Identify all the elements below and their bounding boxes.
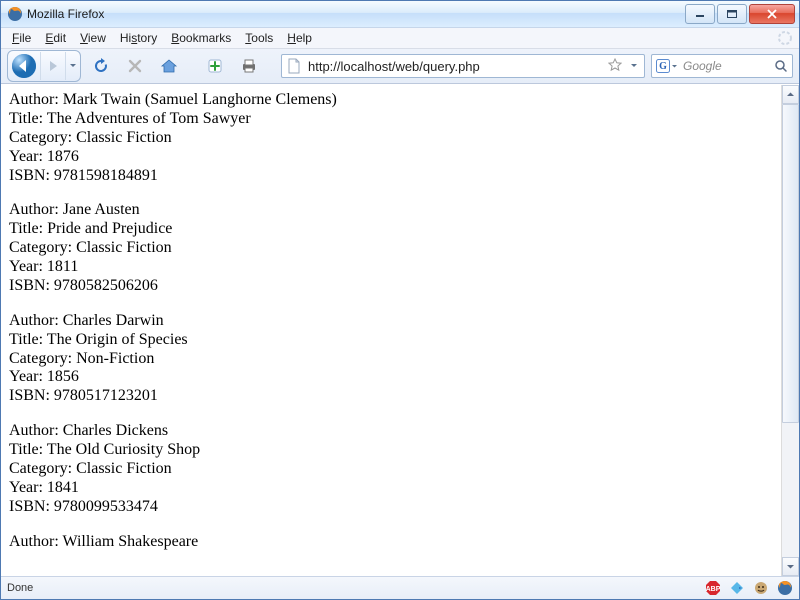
reload-button[interactable]: [87, 52, 115, 80]
bookmark-star-icon[interactable]: [608, 58, 624, 74]
svg-text:ABP: ABP: [706, 586, 721, 593]
book-year: Year: 1811: [9, 258, 773, 277]
menu-edit[interactable]: Edit: [38, 30, 73, 46]
adblock-icon[interactable]: ABP: [705, 580, 721, 596]
extension-diamond-icon[interactable]: [729, 580, 745, 596]
firefox-status-icon[interactable]: [777, 580, 793, 596]
firefox-icon: [7, 6, 23, 22]
scroll-up-button[interactable]: [782, 85, 799, 104]
book-isbn: ISBN: 9780582506206: [9, 277, 773, 296]
maximize-button[interactable]: [717, 4, 747, 24]
menu-help[interactable]: Help: [280, 30, 319, 46]
book-title: Title: The Adventures of Tom Sawyer: [9, 110, 773, 129]
book-title: Title: Pride and Prejudice: [9, 220, 773, 239]
book-isbn: ISBN: 9780517123201: [9, 387, 773, 406]
search-engine-selector[interactable]: G: [656, 59, 678, 73]
book-entry: Author: Charles DarwinTitle: The Origin …: [9, 312, 773, 406]
menu-bookmarks[interactable]: Bookmarks: [164, 30, 238, 46]
page-content: Author: Mark Twain (Samuel Langhorne Cle…: [1, 85, 781, 576]
search-go-icon[interactable]: [774, 59, 788, 73]
titlebar: Mozilla Firefox: [1, 1, 799, 28]
address-bar[interactable]: [281, 54, 645, 78]
book-entry: Author: Mark Twain (Samuel Langhorne Cle…: [9, 91, 773, 185]
home-button[interactable]: [155, 52, 183, 80]
firefox-window: Mozilla Firefox File Edit View History B…: [0, 0, 800, 600]
url-dropdown-icon[interactable]: [628, 62, 640, 70]
activity-throbber-icon: [777, 30, 793, 46]
forward-button[interactable]: [40, 52, 65, 80]
page-icon: [286, 58, 302, 74]
book-category: Category: Classic Fiction: [9, 129, 773, 148]
menu-history[interactable]: History: [113, 30, 164, 46]
book-title: Title: The Old Curiosity Shop: [9, 441, 773, 460]
status-text: Done: [7, 582, 33, 594]
menu-view[interactable]: View: [73, 30, 113, 46]
book-author: Author: Charles Darwin: [9, 312, 773, 331]
url-input[interactable]: [306, 58, 604, 75]
book-isbn: ISBN: 9781598184891: [9, 167, 773, 186]
book-title: Title: The Origin of Species: [9, 331, 773, 350]
vertical-scrollbar[interactable]: [781, 85, 799, 576]
book-entry: Author: Charles DickensTitle: The Old Cu…: [9, 422, 773, 516]
book-entry: Author: William Shakespeare: [9, 533, 773, 552]
close-button[interactable]: [749, 4, 795, 24]
book-isbn: ISBN: 9780099533474: [9, 498, 773, 517]
search-input[interactable]: [681, 58, 771, 74]
book-category: Category: Classic Fiction: [9, 239, 773, 258]
svg-text:G: G: [659, 61, 667, 72]
content-area: Author: Mark Twain (Samuel Langhorne Cle…: [1, 84, 799, 576]
minimize-button[interactable]: [685, 4, 715, 24]
book-entry: Author: Jane AustenTitle: Pride and Prej…: [9, 201, 773, 295]
history-dropdown-icon[interactable]: [65, 52, 80, 80]
search-box[interactable]: G: [651, 54, 793, 78]
stop-button[interactable]: [121, 52, 149, 80]
menubar: File Edit View History Bookmarks Tools H…: [1, 28, 799, 49]
menu-tools[interactable]: Tools: [238, 30, 280, 46]
window-title: Mozilla Firefox: [27, 7, 685, 21]
book-author: Author: Jane Austen: [9, 201, 773, 220]
book-year: Year: 1876: [9, 148, 773, 167]
print-button[interactable]: [235, 52, 263, 80]
statusbar: Done ABP: [1, 576, 799, 599]
back-button[interactable]: [8, 52, 40, 80]
scroll-thumb[interactable]: [782, 104, 799, 423]
book-category: Category: Classic Fiction: [9, 460, 773, 479]
scroll-track[interactable]: [782, 104, 799, 557]
menu-file[interactable]: File: [5, 30, 38, 46]
back-forward-group: [7, 50, 81, 82]
book-year: Year: 1841: [9, 479, 773, 498]
extension-monkey-icon[interactable]: [753, 580, 769, 596]
book-author: Author: William Shakespeare: [9, 533, 773, 552]
book-year: Year: 1856: [9, 368, 773, 387]
book-author: Author: Charles Dickens: [9, 422, 773, 441]
book-author: Author: Mark Twain (Samuel Langhorne Cle…: [9, 91, 773, 110]
bookmark-add-button[interactable]: [201, 52, 229, 80]
scroll-down-button[interactable]: [782, 557, 799, 576]
book-category: Category: Non-Fiction: [9, 350, 773, 369]
nav-toolbar: G: [1, 49, 799, 84]
